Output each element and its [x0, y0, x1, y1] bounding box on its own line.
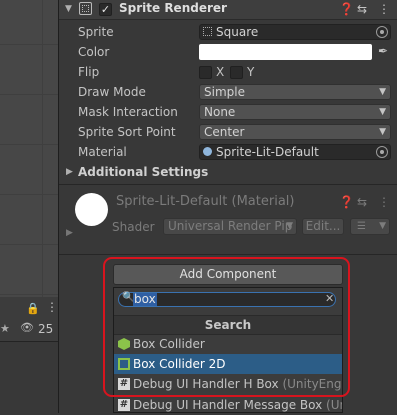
mask-interaction-dropdown[interactable]: None ▼ — [199, 104, 391, 120]
expand-arrow-icon[interactable]: ▶ — [66, 228, 73, 238]
sprite-renderer-icon — [79, 2, 92, 15]
help-icon[interactable]: ❓ — [339, 2, 354, 16]
lock-icon[interactable]: 🔒 — [26, 302, 40, 315]
more-options-icon[interactable]: ⋮ — [378, 195, 390, 209]
draw-mode-dropdown[interactable]: Simple ▼ — [199, 84, 391, 100]
shader-options-dropdown[interactable]: ☰ ▼ — [350, 218, 390, 235]
material-field[interactable]: Sprite-Lit-Default — [199, 144, 391, 160]
presets-icon[interactable]: ⇆ — [357, 195, 367, 209]
visibility-hidden-icon[interactable]: 👁 — [20, 321, 34, 334]
result-debug-ui-handler-message-box[interactable]: # Debug UI Handler Message Box (Unity — [114, 395, 342, 415]
chevron-down-icon: ▼ — [379, 127, 386, 137]
color-swatch[interactable] — [199, 44, 372, 60]
more-options-icon[interactable]: ⋮ — [378, 2, 390, 16]
component-enabled-checkbox[interactable]: ✓ — [99, 3, 112, 16]
material-value: Sprite-Lit-Default — [216, 145, 319, 159]
shader-value: Universal Render Pip — [168, 219, 293, 233]
more-menu-icon[interactable]: ⋮ — [46, 300, 58, 314]
section-divider — [59, 254, 397, 255]
list-icon: ☰ — [357, 221, 366, 232]
flip-x-checkbox[interactable] — [199, 66, 212, 79]
visible-count: 25 — [38, 322, 54, 336]
chevron-down-icon: ▼ — [379, 87, 386, 97]
additional-settings-foldout[interactable]: Additional Settings — [78, 163, 208, 181]
highlight-annotation-box — [103, 257, 350, 397]
shader-dropdown[interactable]: Universal Render Pip ▼ — [163, 218, 297, 235]
sprite-sort-point-value: Center — [204, 125, 245, 139]
result-label-namespace: (Unity — [326, 398, 342, 412]
section-divider — [59, 184, 397, 185]
flip-y-checkbox[interactable] — [230, 66, 243, 79]
result-label-main: Debug UI Handler Message Box — [133, 398, 323, 412]
sprite-sort-point-label: Sprite Sort Point — [78, 125, 176, 139]
color-label: Color — [78, 45, 110, 59]
sprite-sort-point-dropdown[interactable]: Center ▼ — [199, 124, 391, 140]
favorite-star-icon[interactable]: ★ — [0, 322, 10, 335]
sprite-asset-icon — [203, 27, 212, 36]
flip-label: Flip — [78, 65, 100, 79]
sprite-label: Sprite — [78, 25, 114, 39]
flip-y-label: Y — [247, 65, 255, 79]
sprite-field[interactable]: Square — [199, 24, 391, 40]
chevron-down-icon: ▼ — [379, 107, 386, 117]
sprite-value: Square — [216, 25, 259, 39]
shader-label: Shader — [112, 220, 155, 234]
component-title: Sprite Renderer — [119, 1, 227, 15]
mask-interaction-value: None — [204, 105, 236, 119]
material-label: Material — [78, 145, 127, 159]
help-icon[interactable]: ❓ — [339, 195, 354, 209]
draw-mode-label: Draw Mode — [78, 85, 146, 99]
collapse-arrow-icon[interactable]: ▼ — [65, 4, 72, 14]
material-title: Sprite-Lit-Default (Material) — [116, 194, 295, 209]
object-picker-icon[interactable] — [376, 26, 388, 38]
expand-arrow-icon[interactable]: ▶ — [66, 167, 73, 177]
flip-x-label: X — [216, 65, 225, 79]
mask-interaction-label: Mask Interaction — [78, 105, 178, 119]
eyedropper-icon[interactable]: ✒ — [378, 44, 388, 58]
draw-mode-value: Simple — [204, 85, 245, 99]
presets-icon[interactable]: ⇆ — [357, 2, 367, 16]
object-picker-icon[interactable] — [376, 146, 388, 158]
script-icon: # — [118, 399, 130, 411]
chevron-down-icon: ▼ — [286, 221, 293, 231]
shader-edit-button[interactable]: Edit... — [302, 218, 344, 235]
material-preview-sphere — [75, 193, 108, 226]
result-label: Debug UI Handler Message Box (Unity — [133, 395, 342, 415]
material-sphere-icon — [203, 147, 212, 156]
chevron-down-icon: ▼ — [379, 221, 386, 231]
